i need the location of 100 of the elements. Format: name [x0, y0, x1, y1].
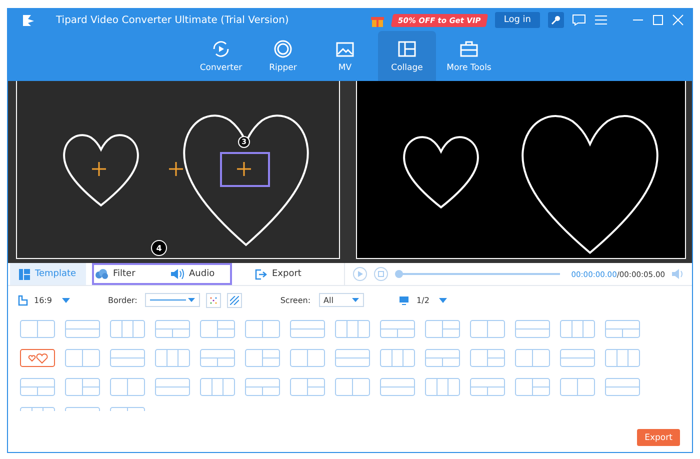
template-option[interactable] — [605, 320, 640, 338]
layout-icon — [470, 378, 505, 396]
layout-icon — [425, 349, 460, 367]
template-option[interactable] — [515, 349, 550, 367]
panel-tab[interactable]: Export — [246, 263, 322, 285]
template-option[interactable] — [335, 378, 370, 396]
layout-icon — [155, 349, 190, 367]
template-option[interactable] — [290, 349, 325, 367]
template-option[interactable] — [335, 349, 370, 367]
pattern-button[interactable] — [227, 292, 242, 308]
play-button[interactable] — [353, 267, 367, 281]
template-option[interactable] — [425, 320, 460, 338]
page-indicator[interactable]: 1/2 — [416, 296, 430, 304]
chat-icon[interactable] — [572, 14, 586, 26]
template-option[interactable] — [470, 320, 505, 338]
template-option[interactable] — [470, 349, 505, 367]
window-title: Tipard Video Converter Ultimate (Trial Version) — [56, 14, 290, 26]
template-option[interactable] — [200, 320, 235, 338]
template-option[interactable] — [155, 349, 190, 367]
screen-label: Screen: — [280, 296, 311, 304]
menu-icon[interactable] — [594, 14, 608, 26]
template-option[interactable] — [560, 378, 595, 396]
layout-icon — [380, 320, 415, 338]
dropdown-arrow-icon[interactable] — [62, 298, 70, 302]
panel-tab[interactable]: Template — [10, 263, 86, 285]
ratio-value[interactable]: 16:9 — [34, 296, 52, 304]
template-option[interactable] — [605, 378, 640, 396]
layout-icon — [290, 320, 325, 338]
maximize-icon[interactable] — [652, 14, 664, 26]
dropdown-arrow-icon[interactable] — [439, 298, 448, 302]
template-option[interactable] — [200, 349, 235, 367]
template-option[interactable] — [245, 378, 280, 396]
layout-icon — [380, 349, 415, 367]
progress-thumb[interactable] — [395, 270, 403, 278]
template-option[interactable] — [155, 320, 190, 338]
stop-button[interactable] — [374, 267, 388, 281]
nav-tab[interactable]: Converter — [192, 31, 250, 81]
layout-icon — [470, 320, 505, 338]
plus-icon[interactable] — [236, 161, 252, 177]
layout-icon — [20, 320, 55, 338]
template-option[interactable] — [65, 349, 100, 367]
template-option[interactable] — [290, 378, 325, 396]
border-select[interactable] — [145, 293, 200, 307]
template-option[interactable] — [560, 320, 595, 338]
template-option[interactable] — [560, 349, 595, 367]
sync-play-icon — [211, 39, 231, 59]
template-option[interactable] — [380, 320, 415, 338]
play-icon — [358, 271, 362, 277]
layout-icon — [65, 349, 100, 367]
export-button[interactable]: Export — [637, 429, 680, 446]
template-option[interactable] — [65, 320, 100, 338]
template-option[interactable] — [200, 378, 235, 396]
template-option[interactable] — [110, 320, 145, 338]
line-style-icon — [150, 299, 186, 301]
screen-select[interactable]: All — [318, 293, 364, 307]
layout-icon — [515, 349, 550, 367]
nav-tab[interactable]: MV — [316, 31, 374, 81]
close-icon[interactable] — [672, 14, 684, 26]
border-color-button[interactable] — [206, 292, 222, 308]
stripes-icon — [230, 296, 240, 304]
layout-icon — [515, 320, 550, 338]
monitor-icon — [398, 296, 409, 304]
toolbox-icon — [459, 39, 479, 59]
template-option[interactable] — [20, 320, 55, 338]
template-option[interactable] — [110, 349, 145, 367]
plus-icon[interactable] — [168, 161, 184, 177]
template-option[interactable] — [605, 349, 640, 367]
layout-icon — [425, 378, 460, 396]
template-option[interactable] — [425, 378, 460, 396]
template-option[interactable] — [110, 378, 145, 396]
nav-tab[interactable]: Collage — [378, 31, 436, 81]
layout-icon — [335, 349, 370, 367]
key-icon[interactable] — [548, 12, 564, 28]
template-option[interactable] — [515, 320, 550, 338]
template-option[interactable] — [335, 320, 370, 338]
template-option[interactable] — [380, 349, 415, 367]
app-logo-icon — [22, 13, 36, 27]
layout-icon — [245, 349, 280, 367]
border-label: Border: — [108, 296, 138, 304]
template-option[interactable] — [470, 378, 505, 396]
template-option[interactable] — [65, 378, 100, 396]
login-button[interactable]: Log in — [494, 12, 540, 28]
template-option[interactable] — [380, 378, 415, 396]
plus-icon[interactable] — [91, 161, 107, 177]
template-option[interactable] — [20, 349, 55, 367]
panel-tab[interactable]: Filter — [86, 263, 162, 285]
template-option[interactable] — [425, 349, 460, 367]
template-option[interactable] — [290, 320, 325, 338]
template-option[interactable] — [20, 378, 55, 396]
panel-tab[interactable]: Audio — [162, 263, 238, 285]
volume-icon[interactable] — [672, 269, 684, 279]
template-option[interactable] — [515, 378, 550, 396]
nav-tab[interactable]: Ripper — [254, 31, 312, 81]
template-option[interactable] — [245, 320, 280, 338]
layout-icon — [155, 378, 190, 396]
layout-icon — [560, 320, 595, 338]
nav-tab[interactable]: More Tools — [440, 31, 498, 81]
template-option[interactable] — [155, 378, 190, 396]
template-option[interactable] — [245, 349, 280, 367]
layout-icon — [515, 378, 550, 396]
